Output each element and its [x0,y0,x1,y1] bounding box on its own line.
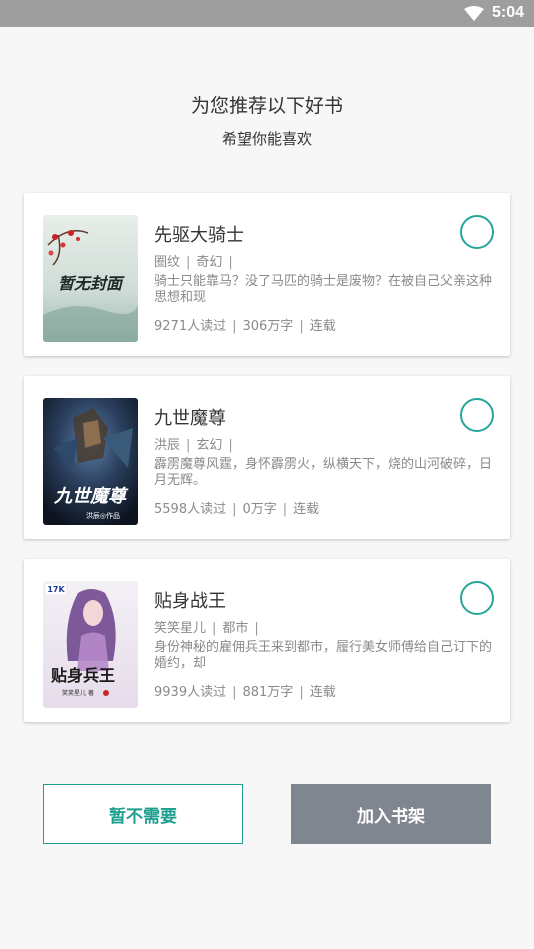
skip-button[interactable]: 暂不需要 [43,784,243,844]
book-genre: 玄幻 [196,438,223,453]
select-checkbox[interactable] [460,581,494,615]
book-readers: 9271人读过 [154,319,227,334]
book-readers: 9939人读过 [154,685,227,700]
book-title: 先驱大骑士 [154,225,244,246]
book-meta: 笑笑星儿 | 都市 | [154,621,259,636]
book-meta: 圈纹 | 奇幻 | [154,255,233,270]
book-card[interactable]: 17K 贴身兵王 笑笑星儿 著 贴身战王 笑笑星儿 | 都市 | 身份神秘的雇佣兵王来… [24,559,510,722]
cover-text: 贴身兵王 [51,666,115,685]
book-description: 霹雳魔尊风霆，身怀霹雳火，纵横天下，烧的山河破碎，日月无辉。 [154,457,493,488]
book-stats: 9271人读过 | 306万字 | 连载 [154,319,336,334]
book-words: 881万字 [242,685,294,700]
cover-subtext: 笑笑星儿 著 [62,689,94,697]
book-genre: 奇幻 [196,255,223,270]
status-time: 5:04 [491,4,524,21]
book-genre: 都市 [222,621,249,636]
cover-badge: 17K [47,585,65,594]
book-card[interactable]: 暂无封面 先驱大骑士 圈纹 | 奇幻 | 骑士只能靠马？没了马匹的骑士是废物？在被自己… [24,193,510,356]
book-stats: 5598人读过 | 0万字 | 连载 [154,502,320,517]
book-author: 笑笑星儿 [154,621,207,636]
page-subtitle: 希望你能喜欢 [221,130,312,148]
page-title: 为您推荐以下好书 [190,95,343,117]
status-bar: 5:04 [0,0,534,27]
select-checkbox[interactable] [460,215,494,249]
book-author: 圈纹 [154,255,181,270]
book-description: 身份神秘的雇佣兵王来到都市，履行美女师傅给自己订下的婚约，却 [154,640,493,671]
book-cover: 暂无封面 [43,215,138,342]
add-to-shelf-button[interactable]: 加入书架 [291,784,491,844]
cover-text: 九世魔尊 [53,486,129,507]
book-meta: 洪辰 | 玄幻 | [154,438,233,453]
book-status: 连载 [309,685,336,700]
book-title: 九世魔尊 [154,408,226,429]
book-words: 0万字 [242,502,277,517]
book-description: 骑士只能靠马？没了马匹的骑士是废物？在被自己父亲这种思想和现 [154,274,493,305]
cover-text: 暂无封面 [58,274,125,293]
book-cover: 九世魔尊 洪辰◎作品 [43,398,138,525]
book-status: 连载 [309,319,336,334]
select-checkbox[interactable] [460,398,494,432]
book-title: 贴身战王 [154,591,226,612]
wifi-icon [464,6,484,25]
book-status: 连载 [293,502,320,517]
book-card[interactable]: 九世魔尊 洪辰◎作品 九世魔尊 洪辰 | 玄幻 | 霹雳魔尊风霆，身怀霹雳火，纵横天下… [24,376,510,539]
book-cover: 17K 贴身兵王 笑笑星儿 著 [43,581,138,708]
book-words: 306万字 [242,319,294,334]
book-stats: 9939人读过 | 881万字 | 连载 [154,685,336,700]
book-author: 洪辰 [154,438,181,453]
book-readers: 5598人读过 [154,502,227,517]
cover-subtext: 洪辰◎作品 [86,511,120,520]
